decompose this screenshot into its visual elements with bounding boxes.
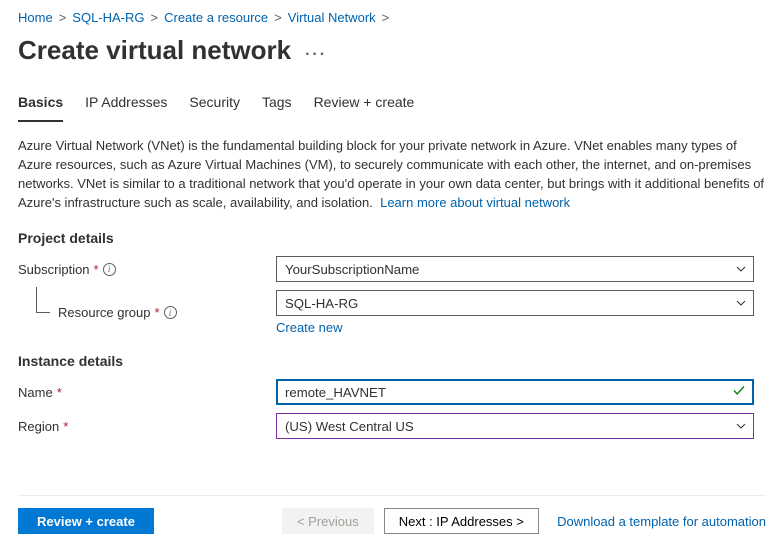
required-icon: * <box>57 385 62 400</box>
page-title: Create virtual network ··· <box>18 35 766 66</box>
section-project-details: Project details <box>18 230 766 246</box>
download-template-link[interactable]: Download a template for automation <box>557 514 766 529</box>
required-icon: * <box>63 419 68 434</box>
name-value: remote_HAVNET <box>285 385 386 400</box>
info-icon[interactable]: i <box>103 263 116 276</box>
create-new-link[interactable]: Create new <box>276 320 342 335</box>
subscription-value: YourSubscriptionName <box>285 262 419 277</box>
chevron-right-icon: > <box>151 10 159 25</box>
region-select[interactable]: (US) West Central US <box>276 413 754 439</box>
chevron-right-icon: > <box>59 10 67 25</box>
tab-ip-addresses[interactable]: IP Addresses <box>85 88 167 122</box>
required-icon: * <box>94 262 99 277</box>
breadcrumb-home[interactable]: Home <box>18 10 53 25</box>
description: Azure Virtual Network (VNet) is the fund… <box>18 137 766 212</box>
tree-line-icon <box>36 287 50 313</box>
page-title-text: Create virtual network <box>18 35 291 66</box>
name-label: Name * <box>18 385 276 400</box>
tab-review[interactable]: Review + create <box>314 88 415 122</box>
name-input[interactable]: remote_HAVNET <box>276 379 754 405</box>
footer: Review + create < Previous Next : IP Add… <box>18 495 766 534</box>
chevron-down-icon <box>735 263 747 275</box>
breadcrumb-vnet[interactable]: Virtual Network <box>288 10 376 25</box>
breadcrumb-rg[interactable]: SQL-HA-RG <box>72 10 144 25</box>
more-icon[interactable]: ··· <box>305 46 327 64</box>
breadcrumb: Home > SQL-HA-RG > Create a resource > V… <box>18 8 766 31</box>
tab-basics[interactable]: Basics <box>18 88 63 122</box>
previous-button: < Previous <box>282 508 374 534</box>
chevron-right-icon: > <box>274 10 282 25</box>
section-instance-details: Instance details <box>18 353 766 369</box>
chevron-right-icon: > <box>382 10 390 25</box>
breadcrumb-create[interactable]: Create a resource <box>164 10 268 25</box>
resource-group-value: SQL-HA-RG <box>285 296 358 311</box>
region-value: (US) West Central US <box>285 419 414 434</box>
subscription-label: Subscription * i <box>18 262 276 277</box>
subscription-select[interactable]: YourSubscriptionName <box>276 256 754 282</box>
chevron-down-icon <box>735 420 747 432</box>
tab-security[interactable]: Security <box>189 88 240 122</box>
resource-group-select[interactable]: SQL-HA-RG <box>276 290 754 316</box>
next-button[interactable]: Next : IP Addresses > <box>384 508 539 534</box>
review-create-button[interactable]: Review + create <box>18 508 154 534</box>
required-icon: * <box>155 305 160 320</box>
info-icon[interactable]: i <box>164 306 177 319</box>
tab-bar: Basics IP Addresses Security Tags Review… <box>18 88 766 123</box>
tab-tags[interactable]: Tags <box>262 88 292 122</box>
learn-more-link[interactable]: Learn more about virtual network <box>380 195 570 210</box>
chevron-down-icon <box>735 297 747 309</box>
region-label: Region * <box>18 419 276 434</box>
checkmark-icon <box>732 384 746 401</box>
resource-group-label: Resource group * i <box>18 305 276 320</box>
